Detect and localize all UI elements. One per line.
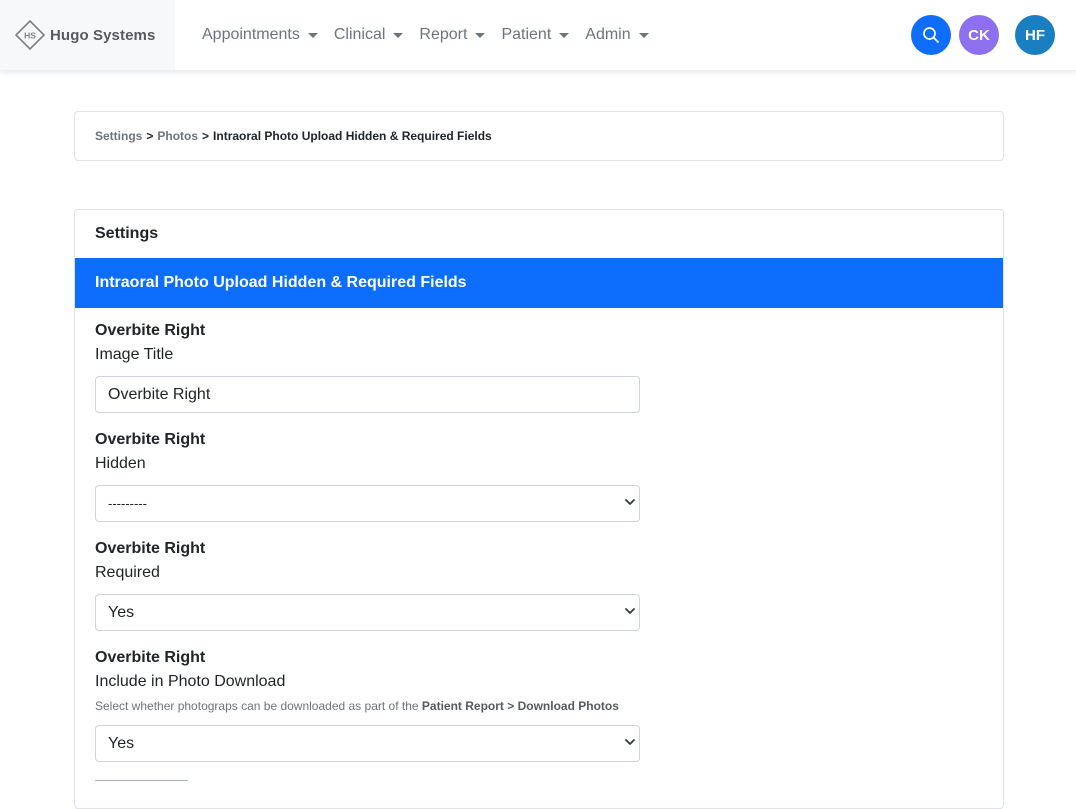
brand-name: Hugo Systems: [50, 26, 156, 44]
settings-card: Settings Intraoral Photo Upload Hidden &…: [74, 209, 1004, 809]
field-label: Include in Photo Download: [95, 673, 286, 690]
nav-clinical[interactable]: Clinical: [334, 26, 404, 44]
field-title: Overbite Right: [95, 649, 206, 666]
nav-report-label: Report: [419, 26, 468, 43]
avatar-ck[interactable]: CK: [959, 15, 999, 55]
field-title: Overbite Right: [95, 322, 206, 339]
breadcrumb-current: Intraoral Photo Upload Hidden & Required…: [213, 129, 492, 143]
chevron-down-icon: [393, 33, 404, 38]
field-label: Required: [95, 564, 160, 581]
help-text-bold: Patient Report > Download Photos: [421, 699, 619, 713]
nav-report[interactable]: Report: [419, 26, 486, 44]
field-required: Overbite Right Required Yes: [95, 540, 983, 631]
field-help-text: Select whether photograps can be downloa…: [95, 699, 983, 713]
chevron-down-icon: [307, 33, 318, 38]
search-icon: [923, 27, 939, 43]
settings-form: Overbite Right Image Title Overbite Righ…: [75, 308, 1003, 781]
section-banner: Intraoral Photo Upload Hidden & Required…: [75, 258, 1003, 308]
brand[interactable]: HS Hugo Systems: [0, 0, 175, 70]
hidden-select-wrap: ---------: [95, 473, 640, 522]
field-label: Image Title: [95, 346, 174, 363]
field-title: Overbite Right: [95, 540, 206, 557]
field-hidden: Overbite Right Hidden ---------: [95, 431, 983, 522]
field-image-title: Overbite Right Image Title: [95, 322, 983, 413]
nav-admin-label: Admin: [585, 26, 631, 43]
download-select-wrap: Yes: [95, 713, 640, 762]
brand-logo-icon: HS: [14, 19, 46, 51]
nav-appointments-label: Appointments: [202, 26, 300, 43]
nav-appointments[interactable]: Appointments: [202, 26, 318, 44]
avatar-hf[interactable]: HF: [1015, 15, 1055, 55]
required-select-wrap: Yes: [95, 582, 640, 631]
help-text: Select whether photograps can be downloa…: [95, 699, 422, 713]
divider: [95, 780, 188, 781]
card-header: Settings: [95, 225, 159, 242]
chevron-down-icon: [638, 33, 649, 38]
field-label: Hidden: [95, 455, 146, 472]
nav-patient-label: Patient: [501, 26, 552, 43]
main-nav: Appointments Clinical Report Patient Adm…: [202, 0, 665, 70]
nav-clinical-label: Clinical: [333, 26, 386, 43]
include-download-select[interactable]: Yes: [95, 725, 640, 762]
breadcrumb: Settings > Photos > Intraoral Photo Uplo…: [74, 111, 1004, 161]
breadcrumb-separator: >: [146, 129, 154, 143]
breadcrumb-separator: >: [202, 129, 210, 143]
field-title: Overbite Right: [95, 431, 206, 448]
top-navbar: HS Hugo Systems Appointments Clinical Re…: [0, 0, 1076, 71]
field-include-download: Overbite Right Include in Photo Download…: [95, 649, 983, 762]
nav-patient[interactable]: Patient: [501, 26, 570, 44]
svg-text:HS: HS: [24, 31, 36, 41]
image-title-input[interactable]: [95, 376, 640, 413]
chevron-down-icon: [475, 33, 486, 38]
breadcrumb-settings[interactable]: Settings: [95, 129, 142, 143]
search-button[interactable]: [911, 15, 951, 55]
hidden-select[interactable]: ---------: [95, 485, 640, 522]
nav-admin[interactable]: Admin: [585, 26, 649, 44]
required-select[interactable]: Yes: [95, 594, 640, 631]
chevron-down-icon: [559, 33, 570, 38]
breadcrumb-photos[interactable]: Photos: [157, 129, 198, 143]
